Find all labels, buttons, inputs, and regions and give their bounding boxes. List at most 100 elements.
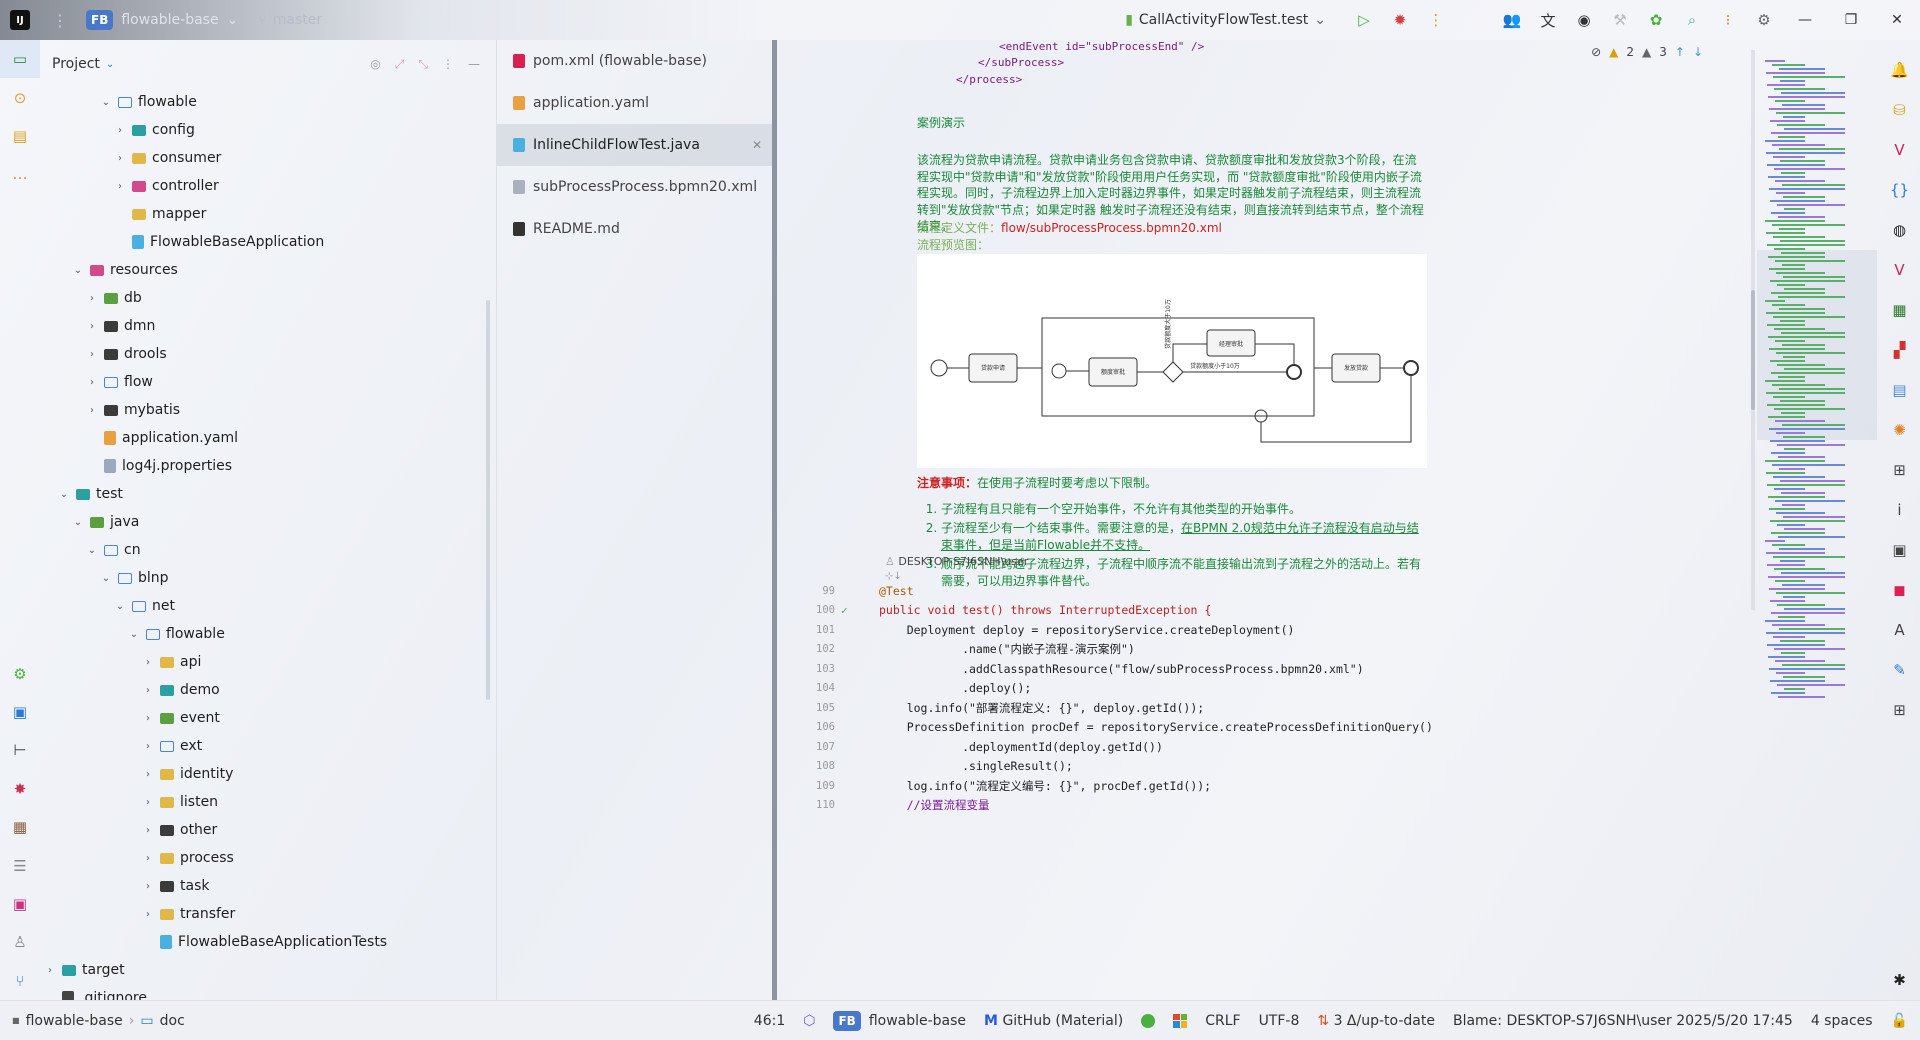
recent-file-item[interactable]: subProcessProcess.bpmn20.xml bbox=[497, 166, 772, 208]
debug-icon[interactable]: ✹ bbox=[1382, 0, 1418, 40]
tree-item[interactable]: ⌄ resources bbox=[40, 256, 490, 284]
line-separator[interactable]: CRLF bbox=[1205, 1013, 1240, 1029]
project-switcher[interactable]: FB flowable-base ⌄ bbox=[86, 10, 238, 30]
build-tool-icon[interactable]: ▦ bbox=[0, 808, 40, 846]
chevron-right-icon[interactable]: › bbox=[42, 965, 58, 976]
vue-devtools-icon[interactable]: V bbox=[1879, 250, 1920, 290]
pen-icon[interactable]: ✎ bbox=[1879, 650, 1920, 690]
vue-icon[interactable]: V bbox=[1879, 130, 1920, 170]
hammer-icon[interactable]: ⚒ bbox=[1602, 0, 1638, 40]
code-line[interactable]: 102 .name("内嵌子流程-演示案例") bbox=[777, 640, 1537, 660]
database-icon[interactable]: ⛁ bbox=[1879, 90, 1920, 130]
settings-icon[interactable]: ⚙ bbox=[1746, 0, 1782, 40]
minimap[interactable] bbox=[1757, 50, 1877, 710]
chevron-right-icon[interactable]: › bbox=[140, 713, 156, 724]
module-name[interactable]: flowable-base bbox=[869, 1013, 966, 1029]
line-number[interactable]: 99 bbox=[777, 585, 841, 597]
locate-icon[interactable]: ◎ bbox=[370, 57, 380, 71]
line-number[interactable]: 103 bbox=[777, 663, 841, 675]
tree-item[interactable]: ⌄ test bbox=[40, 480, 490, 508]
chevron-down-icon[interactable]: ⌄ bbox=[98, 573, 114, 584]
run-icon[interactable]: ▷ bbox=[1346, 0, 1382, 40]
chevron-right-icon[interactable]: › bbox=[112, 181, 128, 192]
endpoints-tool-icon[interactable]: ⊢ bbox=[0, 731, 40, 769]
project-scrollbar[interactable] bbox=[486, 300, 490, 700]
problems-tool-icon[interactable]: ✸ bbox=[0, 770, 40, 808]
tree-item[interactable]: application.yaml bbox=[40, 424, 490, 452]
chevron-down-icon[interactable]: ⌄ bbox=[98, 97, 114, 108]
record-icon[interactable]: ◉ bbox=[1566, 0, 1602, 40]
lock-icon[interactable]: 🔓 bbox=[1891, 1013, 1908, 1029]
code-line[interactable]: 109 log.info("流程定义编号: {}", procDef.getId… bbox=[777, 776, 1537, 796]
tree-item[interactable]: › transfer bbox=[40, 900, 490, 928]
line-number[interactable]: 105 bbox=[777, 702, 841, 714]
tree-item[interactable]: › ext bbox=[40, 732, 490, 760]
line-number[interactable]: 104 bbox=[777, 682, 841, 694]
tree-item[interactable]: FlowableBaseApplicationTests bbox=[40, 928, 490, 956]
ant-icon[interactable]: ✺ bbox=[1879, 410, 1920, 450]
line-number[interactable]: 107 bbox=[777, 741, 841, 753]
text-icon[interactable]: A bbox=[1879, 610, 1920, 650]
code-line[interactable]: 106 ProcessDefinition procDef = reposito… bbox=[777, 718, 1537, 738]
windows-icon[interactable] bbox=[1173, 1013, 1188, 1028]
tree-item[interactable]: › other bbox=[40, 816, 490, 844]
close-window-button[interactable]: ✕ bbox=[1874, 0, 1920, 40]
inspection-widget[interactable]: ⊘ ▲ 2 ▲ 3 ↑ ↓ bbox=[1591, 40, 1703, 64]
search-icon[interactable]: ⌕ bbox=[1674, 0, 1710, 40]
code-line[interactable]: 107 .deploymentId(deploy.getId()) bbox=[777, 737, 1537, 757]
chevron-down-icon[interactable]: ⌄ bbox=[56, 489, 72, 500]
options-icon[interactable]: ⋮ bbox=[442, 57, 454, 71]
chevron-right-icon[interactable]: › bbox=[84, 349, 100, 360]
tree-item[interactable]: › task bbox=[40, 872, 490, 900]
minimize-button[interactable]: — bbox=[1782, 0, 1828, 40]
ai-assistant-icon[interactable]: ✿ bbox=[1638, 0, 1674, 40]
chevron-down-icon[interactable]: ⌄ bbox=[84, 545, 100, 556]
tree-item[interactable]: › identity bbox=[40, 760, 490, 788]
chevron-right-icon[interactable]: › bbox=[84, 321, 100, 332]
terminal-tool-icon[interactable]: ▣ bbox=[0, 885, 40, 923]
tree-item[interactable]: ⌄ java bbox=[40, 508, 490, 536]
tree-item[interactable]: ⌄ cn bbox=[40, 536, 490, 564]
chevron-right-icon[interactable]: › bbox=[112, 153, 128, 164]
tree-item[interactable]: › db bbox=[40, 284, 490, 312]
tree-item[interactable]: › target bbox=[40, 956, 490, 984]
commit-tool-icon[interactable]: ⊙ bbox=[0, 78, 40, 116]
test-passed-icon[interactable]: ✓ bbox=[841, 604, 879, 617]
chevron-right-icon[interactable]: › bbox=[140, 741, 156, 752]
document-icon[interactable]: ▤ bbox=[1879, 370, 1920, 410]
code-line[interactable]: 101 Deployment deploy = repositoryServic… bbox=[777, 620, 1537, 640]
chevron-right-icon[interactable]: › bbox=[140, 657, 156, 668]
close-icon[interactable]: ✕ bbox=[752, 138, 762, 152]
vcs-status[interactable]: ⇅ 3 Δ/up-to-date bbox=[1317, 1013, 1435, 1029]
tree-item[interactable]: › listen bbox=[40, 788, 490, 816]
chevron-right-icon[interactable]: › bbox=[84, 293, 100, 304]
code-area[interactable]: 99 @Test 100 ✓ public void test() throws In… bbox=[777, 581, 1537, 815]
diagram-icon[interactable]: ⊞ bbox=[1879, 690, 1920, 730]
chevron-right-icon[interactable]: › bbox=[140, 909, 156, 920]
code-author-hint[interactable]: ♙ DESKTOP-S7J6SNH\user bbox=[885, 555, 1028, 568]
chevron-right-icon[interactable]: › bbox=[84, 377, 100, 388]
line-number[interactable]: 109 bbox=[777, 780, 841, 792]
eye-off-icon[interactable]: ⊘ bbox=[1591, 45, 1601, 59]
code-line[interactable]: 104 .deploy(); bbox=[777, 679, 1537, 699]
recent-file-item[interactable]: pom.xml (flowable-base) bbox=[497, 40, 772, 82]
crumb-folder[interactable]: doc bbox=[160, 1013, 185, 1029]
code-line[interactable]: 110 //设置流程变量 bbox=[777, 796, 1537, 816]
chevron-down-icon[interactable]: ⌄ bbox=[112, 601, 128, 612]
film-icon[interactable]: ▦ bbox=[1879, 290, 1920, 330]
save-icon[interactable]: ▣ bbox=[1879, 530, 1920, 570]
git-tool-icon[interactable]: ⑂ bbox=[0, 962, 40, 1000]
tree-item[interactable]: › dmn bbox=[40, 312, 490, 340]
code-line[interactable]: 103 .addClasspathResource("flow/subProce… bbox=[777, 659, 1537, 679]
tree-item[interactable]: › mybatis bbox=[40, 396, 490, 424]
chevron-right-icon[interactable]: › bbox=[140, 685, 156, 696]
tree-item[interactable]: › drools bbox=[40, 340, 490, 368]
line-number[interactable]: 100 bbox=[777, 604, 841, 616]
chevron-right-icon[interactable]: › bbox=[140, 853, 156, 864]
project-tool-icon[interactable]: ▭ bbox=[0, 40, 40, 79]
notifications-tool-icon[interactable]: ♙ bbox=[0, 923, 40, 961]
tree-item[interactable]: › demo bbox=[40, 676, 490, 704]
layers-tool-icon[interactable]: ☰ bbox=[0, 846, 40, 884]
chevron-right-icon[interactable]: › bbox=[140, 881, 156, 892]
code-with-me-icon[interactable]: 👥 bbox=[1494, 0, 1530, 40]
